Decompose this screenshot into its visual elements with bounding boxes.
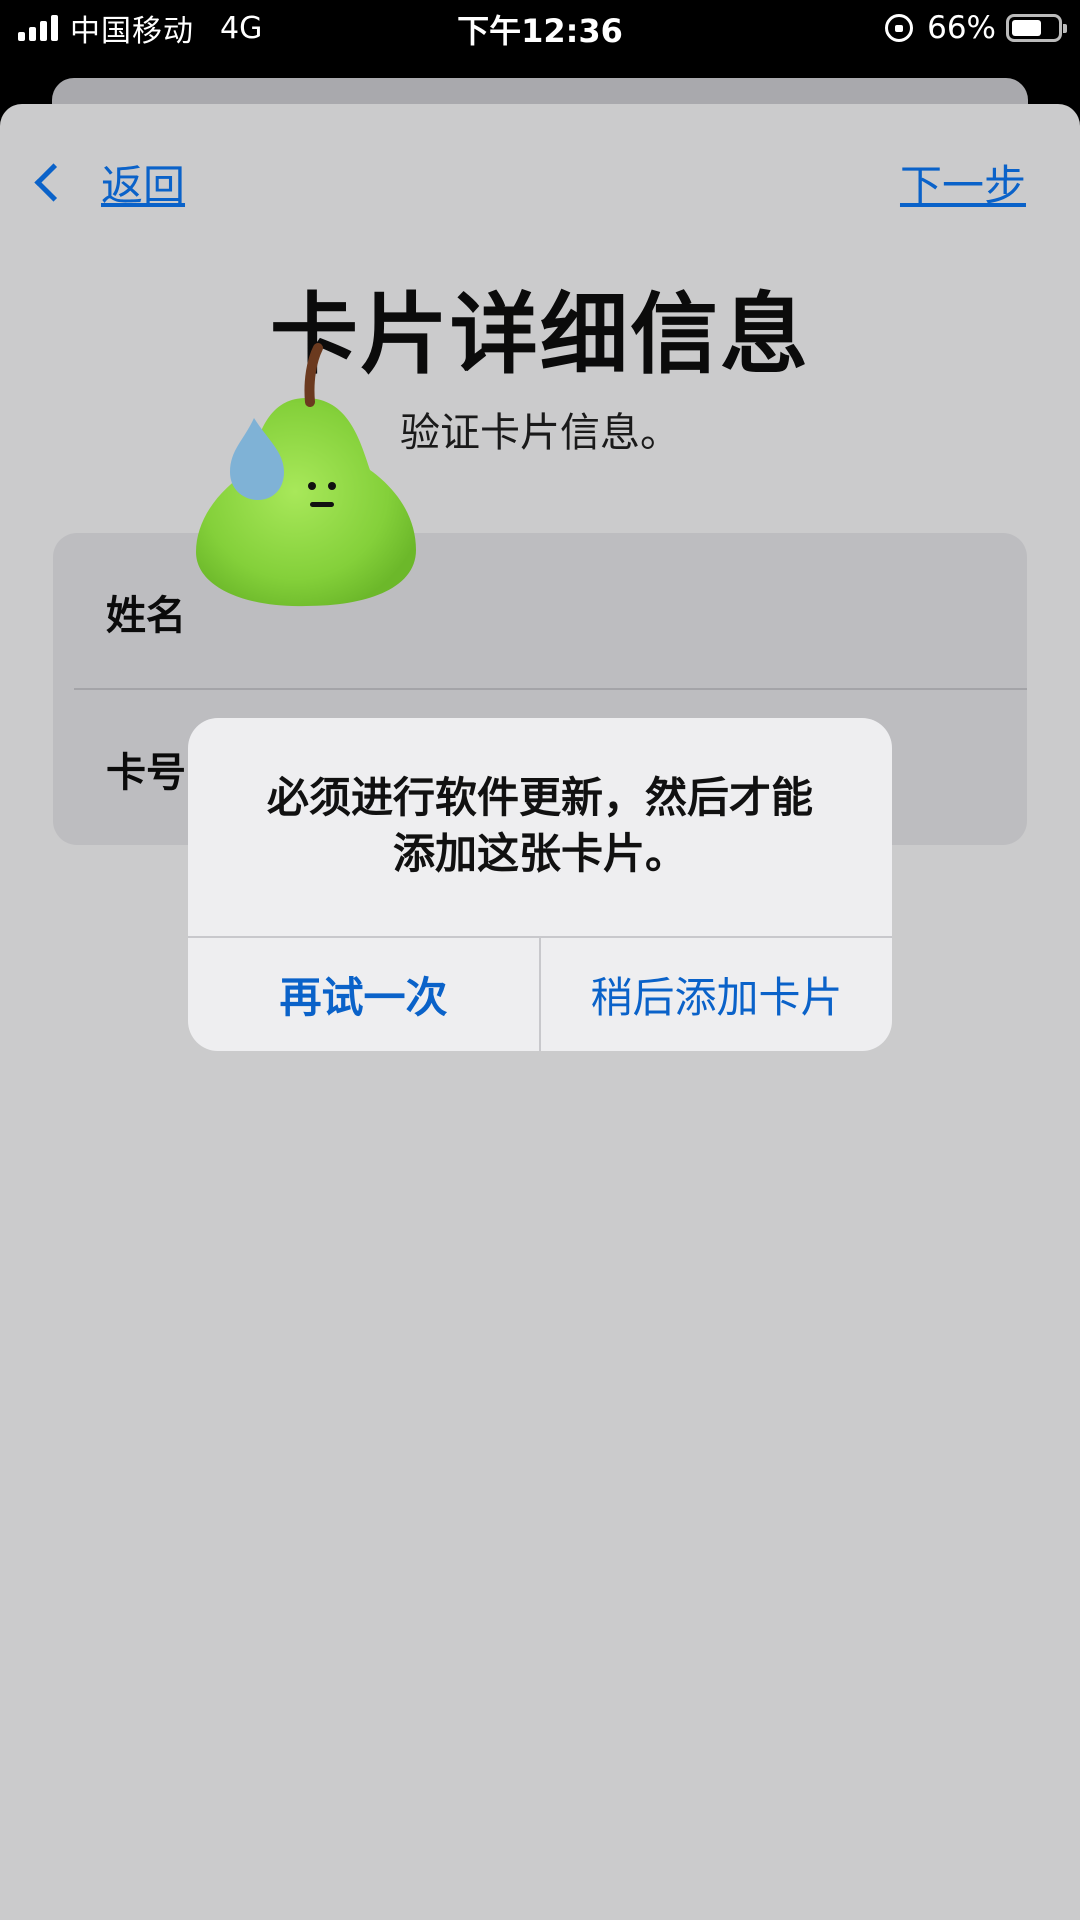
chevron-left-icon — [34, 163, 73, 202]
status-bar: 中国移动 4G 下午12:36 66% — [0, 0, 1080, 56]
alert-dialog: 必须进行软件更新，然后才能 添加这张卡片。 再试一次 稍后添加卡片 — [188, 718, 892, 1051]
battery-icon — [1006, 14, 1067, 42]
status-right: 66% — [885, 8, 1067, 48]
next-button[interactable]: 下一步 — [900, 152, 1026, 213]
retry-button[interactable]: 再试一次 — [188, 938, 539, 1051]
back-label: 返回 — [101, 161, 186, 210]
alert-message: 必须进行软件更新，然后才能 添加这张卡片。 — [228, 770, 852, 882]
add-card-later-button[interactable]: 稍后添加卡片 — [541, 938, 892, 1051]
alert-message-line: 添加这张卡片。 — [392, 829, 687, 878]
battery-fill — [1012, 20, 1042, 36]
card-number-field-label: 卡号 — [106, 750, 186, 796]
page-subtitle: 验证卡片信息。 — [400, 410, 680, 456]
pear-sticker — [196, 343, 416, 607]
battery-percent: 66% — [927, 10, 996, 46]
rotation-lock-icon — [885, 14, 914, 42]
name-field-label: 姓名 — [106, 593, 186, 639]
back-button[interactable]: 返回 — [30, 152, 185, 213]
alert-message-line: 必须进行软件更新，然后才能 — [266, 773, 813, 822]
page-title: 卡片详细信息 — [269, 283, 810, 386]
